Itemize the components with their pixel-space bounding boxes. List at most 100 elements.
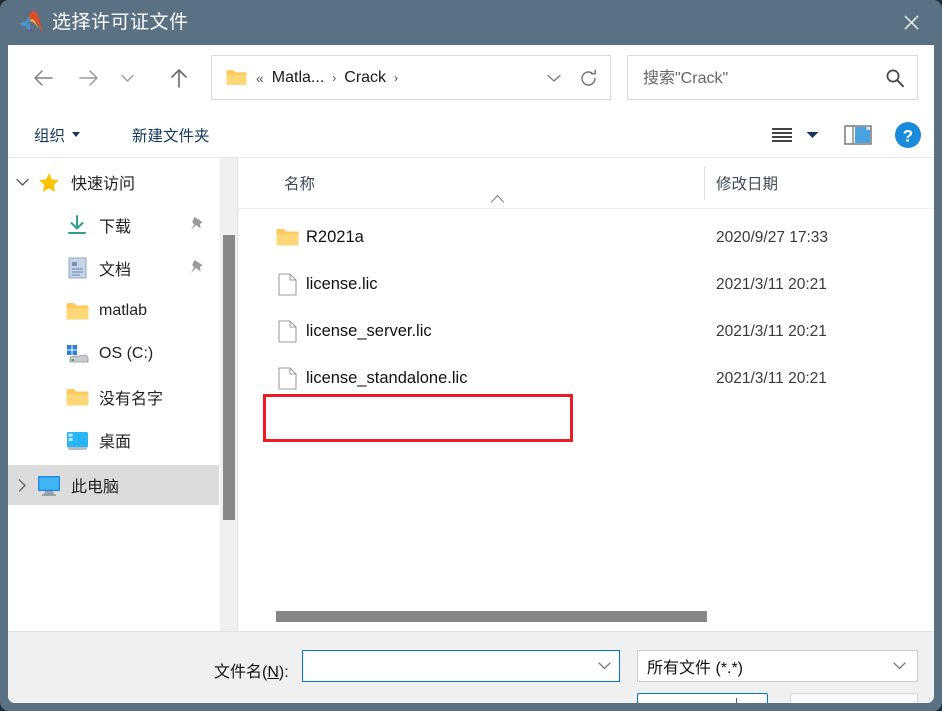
file-name: license_server.lic xyxy=(306,322,432,340)
sidebar-item-label: 文档 xyxy=(99,262,132,279)
pin-icon[interactable] xyxy=(189,216,205,234)
view-list-icon xyxy=(772,127,792,142)
sidebar-item-downloads[interactable]: 下载 xyxy=(8,205,219,245)
search-input[interactable] xyxy=(641,56,875,101)
view-mode-dropdown-button[interactable] xyxy=(800,118,824,151)
chevron-right-icon[interactable] xyxy=(8,478,36,492)
close-button[interactable] xyxy=(880,0,942,45)
filename-label-accesskey: N xyxy=(267,664,279,681)
preview-pane-button[interactable] xyxy=(840,118,876,151)
svg-text:?: ? xyxy=(903,126,913,145)
search-icon[interactable] xyxy=(883,66,907,90)
filename-label-post: ): xyxy=(278,664,289,681)
recent-locations-chevron-icon xyxy=(120,74,134,82)
address-bar[interactable]: « Matla... › Crack › xyxy=(211,55,611,100)
file-list: 名称 修改日期 R2021a 2020/9/27 17:33 license.l… xyxy=(238,158,934,631)
table-row[interactable]: license_standalone.lic 2021/3/11 20:21 xyxy=(238,355,934,402)
folder-icon xyxy=(64,299,90,323)
file-date: 2020/9/27 17:33 xyxy=(716,228,829,246)
up-button[interactable] xyxy=(160,59,198,97)
recent-locations-button[interactable] xyxy=(114,59,140,97)
search-box[interactable] xyxy=(627,55,918,101)
help-button[interactable]: ? xyxy=(892,118,924,151)
download-icon xyxy=(64,213,90,237)
navigation-sidebar: 快速访问 下载 文档 matlab OS (C:) 没有名字 桌面 此电脑 xyxy=(8,158,237,631)
dialog-footer: 文件名(N): 所有文件 (*.*) 打开(O) xyxy=(8,631,934,703)
chevron-down-icon[interactable] xyxy=(595,658,613,674)
new-folder-button[interactable]: 新建文件夹 xyxy=(126,120,216,149)
sidebar-scrollbar-thumb[interactable] xyxy=(223,235,235,520)
sidebar-item-label: 此电脑 xyxy=(71,479,120,496)
breadcrumb-overflow[interactable]: « xyxy=(256,70,264,86)
forward-arrow-icon xyxy=(79,70,98,86)
sidebar-item-label: OS (C:) xyxy=(99,345,154,362)
column-header-underline xyxy=(238,208,934,209)
back-button[interactable] xyxy=(24,59,62,97)
sidebar-item-documents[interactable]: 文档 xyxy=(8,248,219,288)
dialog-client-area: « Matla... › Crack › 搜索"Crack" 组织 新建文件夹 … xyxy=(8,45,934,703)
open-button[interactable]: 打开(O) xyxy=(638,694,736,704)
column-separator[interactable] xyxy=(704,166,705,200)
cancel-button[interactable]: 取消 xyxy=(790,693,918,703)
folder-icon xyxy=(64,385,90,409)
folder-icon xyxy=(226,69,247,86)
table-row[interactable]: R2021a 2020/9/27 17:33 xyxy=(238,214,934,261)
filename-input[interactable] xyxy=(309,651,593,683)
file-list-hscrollbar-thumb[interactable] xyxy=(276,611,707,622)
file-date: 2021/3/11 20:21 xyxy=(716,369,827,387)
title-bar: 选择许可证文件 xyxy=(0,0,942,45)
open-split-button[interactable]: 打开(O) xyxy=(637,693,768,703)
sidebar-item-desktop[interactable]: 桌面 xyxy=(8,420,219,460)
column-header-row: 名称 修改日期 xyxy=(238,158,934,209)
file-name: license_standalone.lic xyxy=(306,369,468,387)
sidebar-item-quick-access[interactable]: 快速访问 xyxy=(8,162,219,202)
new-folder-label: 新建文件夹 xyxy=(132,127,210,145)
filename-combo[interactable] xyxy=(302,650,620,683)
table-row[interactable]: license.lic 2021/3/11 20:21 xyxy=(238,261,934,308)
refresh-button[interactable] xyxy=(574,66,602,90)
drive-icon xyxy=(64,342,90,366)
sidebar-item-this-pc[interactable]: 此电脑 xyxy=(8,465,219,505)
documents-icon xyxy=(64,256,90,280)
file-picker-window: 选择许可证文件 « Matla... › Crack › 搜索"Crack" 组… xyxy=(0,0,942,711)
breadcrumb-item-1[interactable]: Crack xyxy=(344,69,386,87)
close-icon xyxy=(904,15,918,30)
filename-label-pre: 文件名( xyxy=(214,664,268,681)
open-dropdown-button[interactable] xyxy=(737,694,767,703)
file-icon xyxy=(275,273,299,297)
file-name: license.lic xyxy=(306,275,378,293)
view-mode-button[interactable] xyxy=(764,118,800,151)
chevron-down-icon xyxy=(72,132,81,137)
open-label-pre: 打开( xyxy=(659,700,696,704)
sidebar-item-os-c[interactable]: OS (C:) xyxy=(8,334,219,374)
this-pc-icon xyxy=(36,473,62,497)
table-row[interactable]: license_server.lic 2021/3/11 20:21 xyxy=(238,308,934,355)
sidebar-item-label: matlab xyxy=(99,302,148,319)
star-icon xyxy=(36,170,62,194)
column-header-date-label: 修改日期 xyxy=(716,176,779,193)
sidebar-item-label: 没有名字 xyxy=(99,391,164,408)
chevron-down-icon[interactable] xyxy=(890,659,908,673)
breadcrumb-item-0[interactable]: Matla... xyxy=(272,69,324,87)
chevron-down-icon[interactable] xyxy=(8,178,36,187)
forward-button[interactable] xyxy=(70,59,108,97)
column-header-name[interactable]: 名称 xyxy=(284,158,315,208)
sidebar-item-label: 快速访问 xyxy=(71,176,136,193)
column-header-date[interactable]: 修改日期 xyxy=(716,158,778,208)
back-arrow-icon xyxy=(34,70,53,86)
filename-label: 文件名(N): xyxy=(214,658,289,682)
breadcrumb: « Matla... › Crack › xyxy=(256,56,406,99)
column-header-name-label: 名称 xyxy=(284,176,316,193)
chevron-down-icon xyxy=(547,74,561,82)
address-dropdown-button[interactable] xyxy=(542,68,566,88)
pin-icon[interactable] xyxy=(189,259,205,277)
file-date: 2021/3/11 20:21 xyxy=(716,322,827,340)
file-date: 2021/3/11 20:21 xyxy=(716,275,827,293)
command-toolbar: 组织 新建文件夹 ? xyxy=(8,112,934,157)
breadcrumb-separator-icon: › xyxy=(394,70,399,85)
sidebar-item-matlab[interactable]: matlab xyxy=(8,291,219,331)
sidebar-item-label: 下载 xyxy=(99,219,132,236)
organize-button[interactable]: 组织 xyxy=(28,120,86,149)
sidebar-item-unnamed-folder[interactable]: 没有名字 xyxy=(8,377,219,417)
filetype-combo[interactable]: 所有文件 (*.*) xyxy=(637,650,918,682)
